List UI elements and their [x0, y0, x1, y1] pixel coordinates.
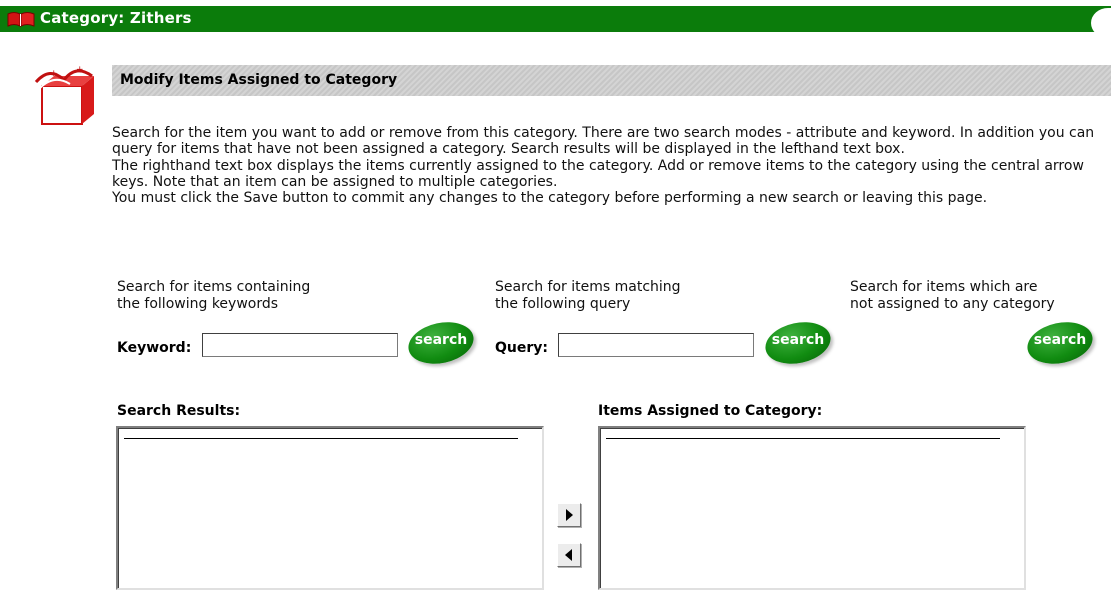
query-desc-line: the following query: [495, 295, 631, 312]
category-box-icon: + +: [34, 65, 94, 125]
section-header: Modify Items Assigned to Category: [112, 65, 1111, 96]
title-bar: Category: Zithers: [0, 6, 1111, 32]
remove-item-button[interactable]: [557, 543, 581, 567]
query-search-button[interactable]: search: [761, 316, 838, 370]
query-input[interactable]: [558, 333, 754, 357]
keyword-desc-line: the following keywords: [117, 295, 279, 312]
keyword-search-description: Search for items containing the followin…: [117, 279, 310, 312]
arrow-left-icon: [565, 549, 572, 561]
unassigned-search-button[interactable]: search: [1023, 316, 1100, 370]
book-icon: [7, 12, 35, 27]
unassigned-search-button-label: search: [1033, 332, 1087, 348]
title-bar-cap: [1091, 8, 1111, 32]
list-placeholder-line: [606, 438, 1000, 439]
instruction-paragraph: Search for the item you want to add or r…: [112, 125, 1095, 158]
instructions: Search for the item you want to add or r…: [112, 125, 1111, 206]
unassigned-desc-line: not assigned to any category: [850, 295, 1055, 312]
add-item-button[interactable]: [557, 503, 581, 527]
keyword-search-button-label: search: [414, 332, 468, 348]
unassigned-desc-line: Search for items which are: [850, 279, 1038, 295]
unassigned-search-description: Search for items which are not assigned …: [850, 279, 1055, 312]
keyword-input[interactable]: [202, 333, 398, 357]
arrow-right-icon: [566, 509, 573, 521]
query-search-description: Search for items matching the following …: [495, 279, 681, 312]
keyword-search-button[interactable]: search: [404, 316, 481, 370]
svg-text:+: +: [76, 65, 84, 75]
search-results-list[interactable]: [116, 426, 544, 590]
instruction-paragraph: The righthand text box displays the item…: [112, 157, 1084, 190]
query-desc-line: Search for items matching: [495, 279, 681, 295]
keyword-desc-line: Search for items containing: [117, 279, 311, 295]
section-title: Modify Items Assigned to Category: [120, 72, 398, 88]
keyword-label: Keyword:: [117, 340, 192, 356]
assigned-items-label: Items Assigned to Category:: [598, 403, 823, 419]
svg-text:+: +: [50, 69, 58, 79]
query-label: Query:: [495, 340, 548, 356]
query-search-button-label: search: [771, 332, 825, 348]
assigned-items-list[interactable]: [598, 426, 1026, 590]
instruction-paragraph: You must click the Save button to commit…: [112, 190, 988, 207]
page-title: Category: Zithers: [40, 9, 192, 27]
list-placeholder-line: [124, 438, 518, 439]
search-results-label: Search Results:: [117, 403, 241, 419]
